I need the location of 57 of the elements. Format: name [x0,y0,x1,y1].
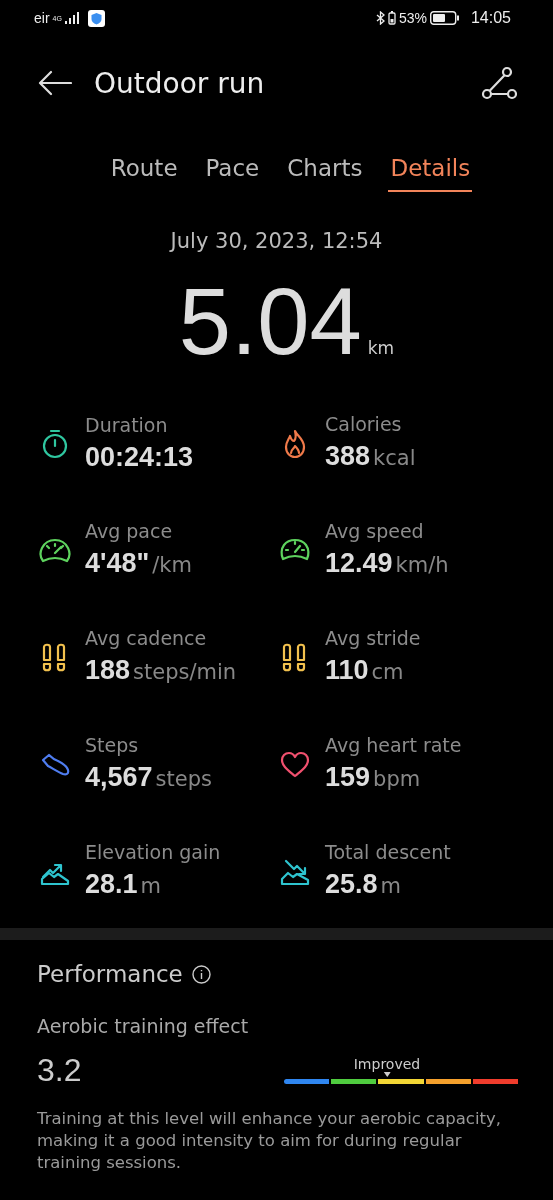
distance-unit: km [367,338,395,358]
stat-unit: cm [371,659,404,686]
route-button[interactable] [481,66,517,100]
stat-value: 159 [325,761,371,794]
stat-unit: bpm [373,766,421,793]
carrier-name: eir [34,10,50,26]
stat-label: Duration [85,413,169,438]
stat-label: Elevation gain [85,840,221,865]
stat-unit: kcal [373,445,416,472]
page-title: Outdoor run [94,66,266,100]
stat-value: 110 [325,654,369,687]
triangle-marker-icon [383,1071,391,1077]
stat-unit: steps [155,766,212,793]
back-arrow-icon [38,70,72,96]
stat-value: 4,567 [85,761,153,794]
tab[interactable]: Pace [203,152,262,192]
stat-unit: m [140,873,162,900]
info-icon [191,964,211,984]
signal-icon [64,12,81,24]
stat-value: 00:24:13 [85,441,194,474]
stat-unit: km/h [395,552,449,579]
stat-label: Calories [325,412,403,437]
stat-label: Steps [85,733,140,758]
stat-unit: /km [152,552,192,579]
connected-nodes-icon [481,66,517,100]
stat-value: 4'48" [85,547,150,580]
vibrate-icon [387,11,396,25]
stat-label: Avg pace [85,519,174,544]
stat-value: 25.8 [325,868,378,901]
metric-label: Aerobic training effect [37,1014,250,1039]
stat-value: 28.1 [85,868,138,901]
tab[interactable]: Charts [285,152,365,192]
stat-label: Avg speed [325,519,425,544]
stat-unit: steps/min [133,659,237,686]
info-button[interactable] [191,964,211,984]
description-text: Training at this level will enhance your aerobic capacity, making it a good intensity to aim for during regular training sessions. [37,1108,502,1174]
shield-icon [87,9,105,27]
clock-time: 14:05 [470,9,511,27]
stat-value: 188 [85,654,131,687]
stat-value: 388 [325,440,371,473]
activity-date: July 30, 2023, 12:54 [170,228,383,255]
section-title: Performance [37,960,183,989]
bluetooth-icon [375,11,385,25]
stat-value: 12.49 [325,547,393,580]
stat-label: Avg stride [325,626,421,651]
stat-label: Avg heart rate [325,733,462,758]
distance-value: 5.04 [178,270,362,374]
stat-label: Total descent [325,840,451,865]
tab[interactable]: Details [388,152,473,192]
tab[interactable]: Route [108,152,180,192]
stat-unit: m [380,873,402,900]
battery-icon [429,11,460,25]
back-button[interactable] [38,70,72,96]
metric-value: 3.2 [37,1051,83,1089]
scale-marker: Improved [353,1055,421,1077]
battery-percent: 53% [398,10,427,26]
stat-label: Avg cadence [85,626,208,651]
